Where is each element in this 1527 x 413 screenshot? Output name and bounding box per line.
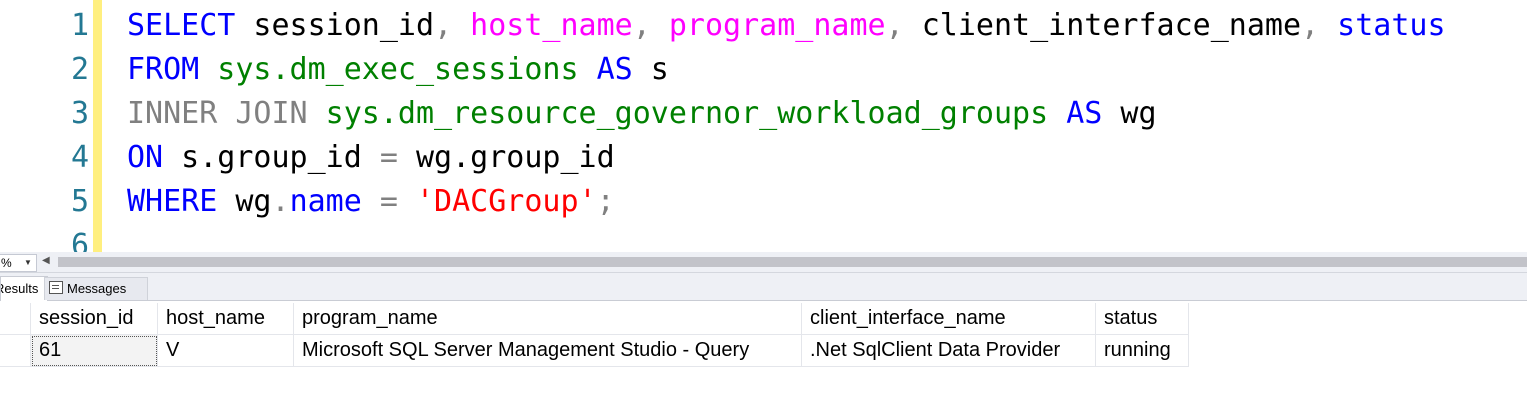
results-grid[interactable]: session_id host_name program_name client… [0,301,1527,413]
header-row: session_id host_name program_name client… [0,303,1189,335]
string-literal: 'DACGroup' [397,184,597,219]
line-number: 3 [70,96,89,131]
column-header[interactable]: program_name [293,303,802,335]
comma: , [1301,8,1320,43]
line-number: 4 [70,140,89,175]
code-line-5[interactable]: WHERE wg.name = 'DACGroup'; [127,180,615,224]
table-cell[interactable]: Microsoft SQL Server Management Studio -… [293,334,802,367]
line-number: 2 [70,52,89,87]
system-view-workload-groups: sys.dm_resource_governor_workload_groups [307,96,1049,131]
messages-icon [49,281,63,294]
keyword-inner-join: INNER JOIN [127,96,308,131]
function-program-name: program_name [650,8,886,43]
row-header[interactable] [0,334,31,367]
keyword-status: status [1319,8,1446,43]
comma: , [632,8,651,43]
line-number: 1 [70,8,89,43]
code-line-1[interactable]: SELECT session_id, host_name, program_na… [127,4,1446,48]
line-number: 6 [70,228,89,252]
code-line-2[interactable]: FROM sys.dm_exec_sessions AS s [127,48,669,92]
column-header[interactable]: host_name [157,303,294,335]
system-view-sessions: sys.dm_exec_sessions [199,52,579,87]
semicolon: ; [596,184,615,219]
alias-wg: wg [1102,96,1157,131]
zoom-value: % [1,256,12,270]
alias-s: s [632,52,669,87]
keyword-on: ON [127,140,164,175]
equals-operator: = [361,184,398,219]
function-host-name: host_name [452,8,633,43]
tab-results-label: Results [1,281,39,296]
alias-wg: wg [217,184,272,219]
code-line-4[interactable]: ON s.group_id = wg.group_id [127,136,615,180]
horizontal-scrollbar-thumb[interactable] [58,257,1527,267]
column-header[interactable]: client_interface_name [801,303,1096,335]
column-session-id: session_id [235,8,435,43]
change-tracking-bar [93,0,102,252]
row-header-corner[interactable] [0,303,31,335]
column-name: name [289,184,362,219]
join-left-expr: s.group_id [163,140,362,175]
comma: , [434,8,453,43]
keyword-where: WHERE [127,184,218,219]
tab-messages-label: Messages [67,281,127,296]
keyword-select: SELECT [127,8,236,43]
table-cell[interactable]: 61 [30,334,158,367]
results-table: session_id host_name program_name client… [0,303,1189,367]
keyword-as: AS [1048,96,1103,131]
comma: , [885,8,904,43]
table-cell[interactable]: running [1095,334,1189,367]
line-number-gutter: 1 2 3 4 5 6 [0,0,93,252]
results-tab-strip: Results Messages [0,273,1527,301]
column-client-interface-name: client_interface_name [903,8,1302,43]
keyword-as: AS [578,52,633,87]
tab-results[interactable]: Results [0,276,48,301]
table-cell[interactable]: V [157,334,294,367]
equals-operator: = [361,140,398,175]
keyword-from: FROM [127,52,200,87]
column-header[interactable]: session_id [30,303,158,335]
query-editor[interactable]: 1 2 3 4 5 6 SELECT session_id, host_name… [0,0,1527,252]
join-right-expr: wg.group_id [397,140,615,175]
scroll-left-icon[interactable]: ◀ [42,255,50,266]
dropdown-arrow-icon[interactable]: ▼ [24,255,32,271]
column-header[interactable]: status [1095,303,1189,335]
line-number: 5 [70,184,89,219]
editor-status-bar: % ▼ ◀ [0,252,1527,273]
dot-operator: . [271,184,290,219]
zoom-dropdown[interactable]: % ▼ [0,254,37,272]
tab-messages[interactable]: Messages [44,277,148,300]
table-cell[interactable]: .Net SqlClient Data Provider [801,334,1096,367]
code-line-3[interactable]: INNER JOIN sys.dm_resource_governor_work… [127,92,1157,136]
table-row[interactable]: 61 V Microsoft SQL Server Management Stu… [0,334,1189,367]
